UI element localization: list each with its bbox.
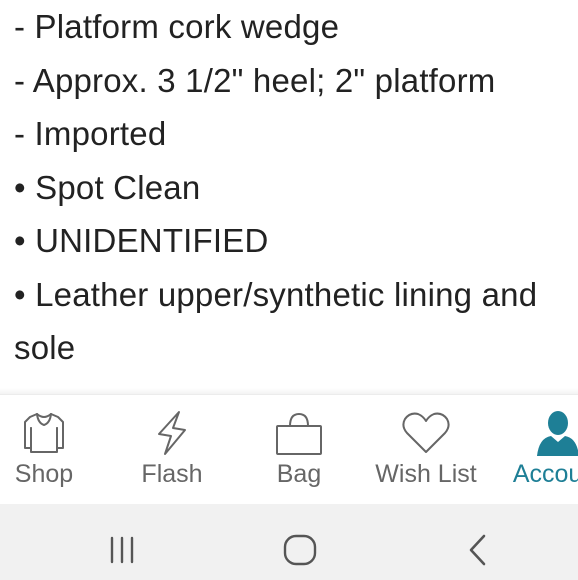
back-button[interactable] (454, 532, 502, 572)
tab-label: Account (512, 460, 578, 488)
home-icon (282, 534, 318, 571)
tab-label: Shop (14, 460, 74, 488)
bag-icon (274, 409, 324, 457)
home-button[interactable] (276, 532, 324, 572)
lightning-icon (147, 409, 197, 457)
person-icon (533, 409, 578, 457)
tab-account[interactable]: Account (498, 395, 578, 505)
tab-label: Wish List (375, 460, 477, 488)
product-details: - Platform cork wedge - Approx. 3 1/2" h… (14, 0, 570, 375)
detail-line: - Approx. 3 1/2" heel; 2" platform (14, 61, 496, 99)
tab-bag[interactable]: Bag (262, 395, 336, 505)
tab-flash[interactable]: Flash (132, 395, 212, 505)
tab-wish-list[interactable]: Wish List (370, 395, 482, 505)
detail-line: • Leather upper/synthetic lining and sol… (14, 275, 538, 367)
back-icon (460, 534, 496, 571)
shirt-icon (19, 409, 69, 457)
detail-line: • UNIDENTIFIED (14, 222, 269, 259)
tab-shop[interactable]: Shop (6, 395, 82, 505)
detail-line: - Imported (14, 115, 167, 152)
detail-line: • Spot Clean (14, 168, 201, 206)
detail-line: - Platform cork wedge (14, 8, 340, 45)
bottom-tab-bar: Shop Flash Bag Wish List Acco (0, 394, 578, 505)
recents-icon (104, 534, 140, 571)
system-nav-bar (0, 504, 578, 580)
tab-label: Bag (276, 460, 322, 488)
recents-button[interactable] (98, 532, 146, 572)
tab-label: Flash (141, 460, 203, 488)
heart-icon (401, 409, 451, 457)
